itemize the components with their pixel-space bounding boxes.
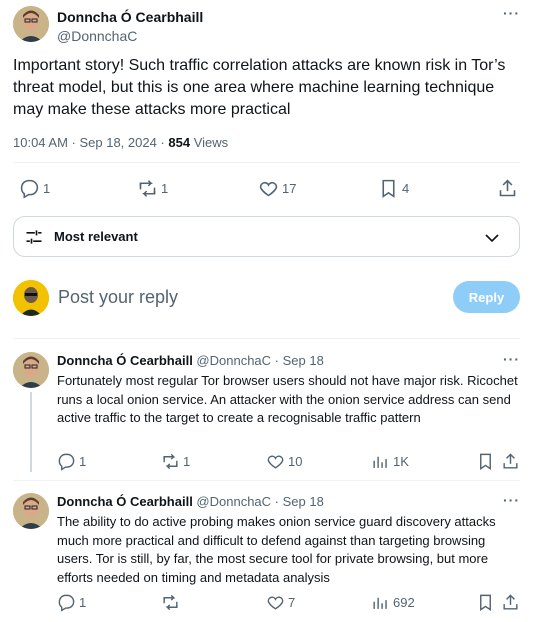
- author-avatar[interactable]: [13, 493, 49, 529]
- divider: [13, 162, 520, 163]
- reply-count: 1: [79, 595, 87, 610]
- author-handle-date[interactable]: @DonnchaC · Sep 18: [193, 494, 323, 509]
- reply-count: 1: [43, 181, 51, 196]
- reply-text: The ability to do active probing makes o…: [57, 514, 496, 585]
- user-avatar[interactable]: [13, 280, 49, 316]
- reply-composer: Post your reply Reply: [13, 279, 520, 317]
- repost-icon: [163, 453, 178, 470]
- bookmark-action[interactable]: [476, 452, 495, 471]
- repost-action[interactable]: 1: [137, 178, 168, 199]
- heart-icon: [267, 596, 284, 610]
- sort-label: Most relevant: [54, 229, 138, 244]
- views-action[interactable]: 692: [371, 593, 415, 612]
- author-handle[interactable]: @DonnchaC: [57, 28, 137, 44]
- share-icon: [503, 453, 518, 469]
- heart-icon: [259, 181, 278, 197]
- like-action[interactable]: 17: [258, 178, 296, 199]
- analytics-icon: [373, 597, 387, 609]
- tweet-meta: 10:04 AM · Sep 18, 2024 · 854 Views: [13, 135, 228, 150]
- thread-line: [30, 392, 32, 472]
- author-avatar[interactable]: [13, 352, 49, 388]
- repost-icon: [139, 180, 156, 197]
- author-avatar[interactable]: [13, 6, 49, 42]
- more-options-icon[interactable]: ···: [503, 6, 520, 20]
- reply-action-bar: 1 1 10 1K: [57, 452, 520, 472]
- share-action[interactable]: [501, 593, 520, 612]
- like-count: 7: [288, 595, 296, 610]
- author-name[interactable]: Donncha Ó Cearbhaill: [57, 494, 193, 509]
- views-count: 692: [393, 595, 415, 610]
- repost-count: 1: [161, 181, 169, 196]
- reply-count: 1: [79, 454, 87, 469]
- views-count: 854: [168, 135, 191, 150]
- reply-input[interactable]: Post your reply: [58, 287, 178, 308]
- reply-header: Donncha Ó Cearbhaill @DonnchaC · Sep 18: [57, 353, 324, 368]
- repost-action[interactable]: [161, 593, 183, 612]
- reply-action[interactable]: 1: [57, 452, 86, 471]
- share-icon: [503, 594, 518, 610]
- share-icon: [499, 179, 516, 197]
- reply-tweet[interactable]: Donncha Ó Cearbhaill @DonnchaC · Sep 18 …: [13, 493, 520, 622]
- heart-icon: [267, 455, 284, 469]
- reply-button[interactable]: Reply: [453, 281, 520, 313]
- analytics-icon: [373, 456, 387, 468]
- tweet-timestamp[interactable]: 10:04 AM · Sep 18, 2024 ·: [13, 135, 168, 150]
- divider: [13, 480, 520, 481]
- share-action[interactable]: [501, 452, 520, 471]
- reply-tweet[interactable]: Donncha Ó Cearbhaill @DonnchaC · Sep 18 …: [13, 352, 520, 480]
- sort-replies-dropdown[interactable]: Most relevant: [13, 216, 520, 257]
- tweet-header: Donncha Ó Cearbhaill @DonnchaC ···: [13, 5, 520, 45]
- reply-text: Fortunately most regular Tor browser use…: [57, 373, 518, 425]
- author-name[interactable]: Donncha Ó Cearbhaill: [57, 353, 193, 368]
- more-options-icon[interactable]: ···: [503, 493, 520, 507]
- repost-action[interactable]: 1: [161, 452, 190, 471]
- more-options-icon[interactable]: ···: [503, 352, 520, 366]
- bookmark-icon: [480, 453, 491, 470]
- bookmark-icon: [480, 594, 491, 611]
- repost-icon: [163, 594, 178, 611]
- reply-header: Donncha Ó Cearbhaill @DonnchaC · Sep 18: [57, 494, 324, 509]
- reply-icon: [58, 453, 75, 471]
- bookmark-action[interactable]: 4: [378, 178, 409, 199]
- reply-action[interactable]: 1: [57, 593, 86, 612]
- views-action[interactable]: 1K: [371, 452, 409, 471]
- bookmark-count: 4: [402, 181, 410, 196]
- like-count: 10: [288, 454, 303, 469]
- filter-sliders-icon: [26, 229, 42, 244]
- chevron-down-icon: [485, 234, 499, 243]
- reply-icon: [58, 594, 75, 612]
- bookmark-icon: [382, 179, 395, 198]
- bookmark-action[interactable]: [476, 593, 495, 612]
- reply-icon: [20, 179, 39, 199]
- share-action[interactable]: [497, 178, 518, 199]
- author-name[interactable]: Donncha Ó Cearbhaill: [57, 9, 203, 25]
- divider: [13, 338, 520, 339]
- repost-count: 1: [183, 454, 191, 469]
- reply-action-bar: 1 7 692: [57, 593, 520, 613]
- like-count: 17: [282, 181, 297, 196]
- like-action[interactable]: 7: [266, 593, 295, 612]
- views-count: 1K: [393, 454, 409, 469]
- reply-action[interactable]: 1: [19, 178, 50, 199]
- tweet-text: Important story! Such traffic correlatio…: [13, 57, 506, 118]
- views-label: Views: [190, 135, 229, 150]
- like-action[interactable]: 10: [266, 452, 302, 471]
- author-handle-date[interactable]: @DonnchaC · Sep 18: [193, 353, 323, 368]
